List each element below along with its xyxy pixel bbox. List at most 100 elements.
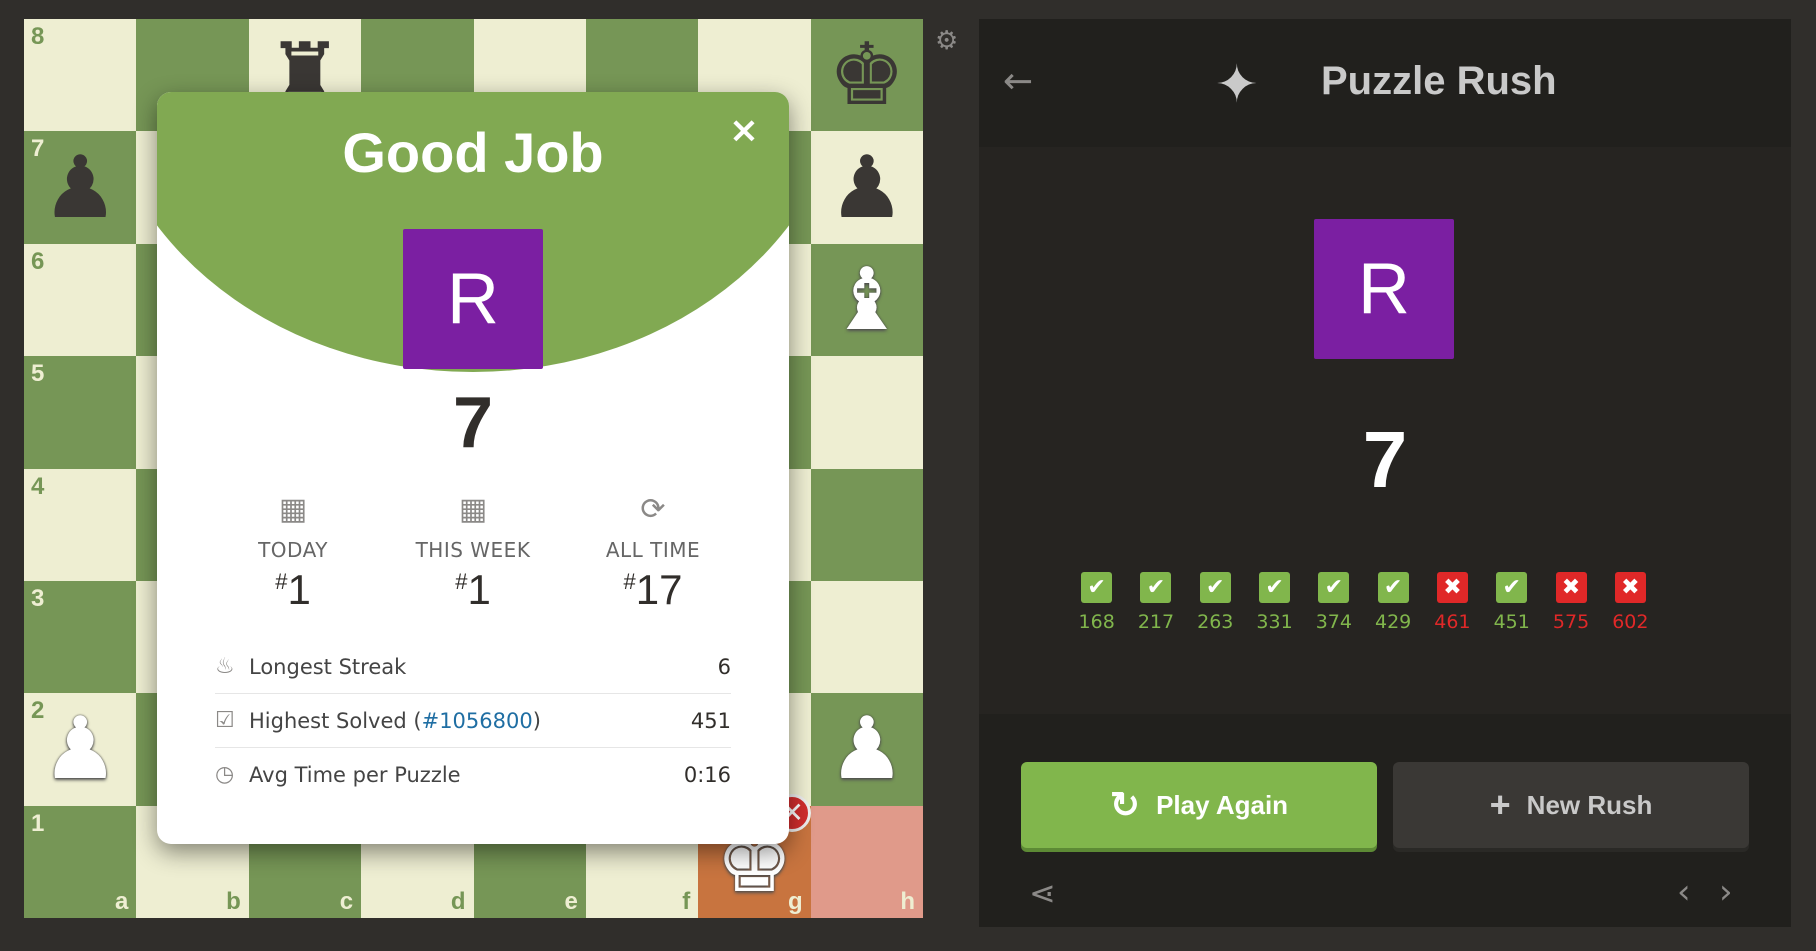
rank-value: #17 — [623, 566, 683, 613]
avatar[interactable]: R — [403, 229, 543, 369]
flame-icon: ♨ — [215, 654, 235, 679]
black-piece[interactable]: ♚ — [811, 19, 923, 131]
square-h3[interactable] — [810, 580, 923, 694]
black-piece[interactable]: ♟ — [811, 131, 923, 243]
result-item[interactable]: ✖ 461 — [1423, 572, 1482, 633]
close-icon[interactable]: × — [729, 110, 759, 151]
results-list: ✔ 168 ✔ 217 ✔ 263 ✔ 331 ✔ 374 ✔ 429 ✖ 461 ✔ 451 ✖ 575 ✖ 602 — [1067, 572, 1660, 633]
checkbox-icon: ☑ — [215, 708, 235, 733]
result-item[interactable]: ✔ 331 — [1245, 572, 1304, 633]
panel-score: 7 — [1362, 415, 1408, 504]
new-rush-button[interactable]: + New Rush — [1393, 762, 1749, 848]
share-icon[interactable]: ⋖ — [1029, 874, 1056, 912]
check-icon: ✔ — [1259, 572, 1291, 603]
stat-label: Avg Time per Puzzle — [249, 762, 461, 787]
stat-row-longest-streak: ♨ Longest Streak 6 — [215, 640, 731, 694]
result-item[interactable]: ✔ 429 — [1363, 572, 1422, 633]
rank-today: ▦ TODAY #1 — [203, 492, 383, 614]
white-piece[interactable]: ♟ — [24, 693, 136, 805]
refresh-icon: ↻ — [1109, 784, 1141, 825]
rank-value: #1 — [275, 566, 311, 613]
avatar[interactable]: R — [1314, 219, 1454, 359]
file-coordinate: e — [564, 888, 578, 915]
result-rating: 217 — [1137, 611, 1175, 633]
result-rating: 168 — [1078, 611, 1115, 633]
check-icon: ✔ — [1318, 572, 1350, 603]
result-item[interactable]: ✔ 451 — [1482, 572, 1541, 633]
panel-footer: ↻ Play Again + New Rush ⋖ ‹ › — [979, 714, 1791, 927]
puzzle-link[interactable]: #1056800 — [422, 709, 533, 733]
stat-value: 0:16 — [683, 762, 731, 787]
result-rating: 575 — [1552, 611, 1590, 633]
rank-coordinate: 8 — [31, 23, 45, 50]
check-icon: ✔ — [1199, 572, 1231, 603]
square-h6[interactable]: ♝ — [810, 243, 923, 357]
back-arrow-icon[interactable]: ← — [1003, 61, 1033, 102]
button-label: New Rush — [1526, 789, 1653, 820]
rank-all-time: ⟳ ALL TIME #17 — [563, 492, 743, 614]
file-coordinate: h — [900, 888, 915, 915]
square-a3[interactable]: 3 — [24, 580, 137, 694]
rank-coordinate: 6 — [31, 247, 45, 275]
square-a5[interactable]: 5 — [24, 356, 137, 469]
rank-coordinate: 3 — [31, 584, 45, 612]
result-rating: 429 — [1375, 611, 1412, 633]
white-piece[interactable]: ♟ — [811, 693, 923, 805]
white-piece[interactable]: ♝ — [811, 244, 923, 356]
check-icon: ✔ — [1140, 572, 1172, 603]
play-again-button[interactable]: ↻ Play Again — [1021, 762, 1377, 848]
calendar-icon: ▦ — [458, 492, 488, 527]
black-piece[interactable]: ♟ — [24, 131, 136, 243]
file-coordinate: f — [682, 888, 691, 915]
plus-icon: + — [1489, 784, 1511, 825]
square-a7[interactable]: 7 ♟ — [24, 131, 137, 244]
rank-coordinate: 5 — [31, 360, 45, 388]
result-rating: 461 — [1434, 611, 1471, 633]
stat-label: Highest Solved (#1056800) — [249, 708, 541, 733]
square-h5[interactable] — [810, 356, 923, 469]
clock-icon: ◷ — [215, 762, 235, 787]
square-a8[interactable]: 8 — [24, 19, 137, 132]
square-a2[interactable]: 2 ♟ — [24, 693, 137, 806]
square-h7[interactable]: ♟ — [810, 131, 923, 244]
file-coordinate: b — [226, 888, 241, 915]
cross-icon: ✖ — [1436, 572, 1468, 603]
stat-row-highest-solved: ☑ Highest Solved (#1056800) 451 — [215, 694, 731, 748]
stat-value: 6 — [717, 654, 731, 679]
square-a1[interactable]: 1a — [24, 805, 137, 918]
result-rating: 451 — [1493, 611, 1530, 633]
square-a4[interactable]: 4 — [24, 468, 137, 581]
square-h1[interactable]: h — [810, 805, 923, 918]
square-h2[interactable]: ♟ — [810, 693, 923, 806]
result-item[interactable]: ✔ 374 — [1304, 572, 1363, 633]
rank-coordinate: 1 — [31, 809, 45, 837]
cross-icon: ✖ — [1555, 572, 1587, 603]
stat-value: 451 — [690, 708, 731, 733]
file-coordinate: d — [450, 888, 466, 915]
stat-row-avg-time: ◷ Avg Time per Puzzle 0:16 — [215, 748, 731, 801]
modal-title: Good Job — [342, 121, 604, 184]
rank-coordinate: 4 — [31, 472, 45, 500]
check-icon: ✔ — [1377, 572, 1409, 603]
rank-label: ALL TIME — [605, 538, 701, 562]
result-item[interactable]: ✔ 168 — [1067, 572, 1126, 633]
file-coordinate: a — [115, 888, 129, 915]
chevron-right-icon[interactable]: › — [1719, 872, 1733, 912]
refresh-icon: ⟳ — [640, 492, 666, 527]
result-item[interactable]: ✔ 217 — [1126, 572, 1185, 633]
rank-label: THIS WEEK — [415, 538, 531, 562]
panel-title: Puzzle Rush — [1321, 59, 1557, 103]
square-a6[interactable]: 6 — [24, 243, 137, 357]
file-coordinate: c — [339, 888, 354, 915]
stat-list: ♨ Longest Streak 6 ☑ Highest Solved (#10… — [215, 640, 731, 801]
rank-value: #1 — [455, 566, 491, 613]
settings-gear-icon[interactable]: ⚙ — [935, 26, 958, 56]
result-rating: 602 — [1612, 611, 1649, 633]
square-h8[interactable]: ♚ — [810, 19, 923, 132]
result-item[interactable]: ✖ 602 — [1601, 572, 1660, 633]
result-item[interactable]: ✔ 263 — [1186, 572, 1245, 633]
chevron-left-icon[interactable]: ‹ — [1677, 872, 1691, 912]
result-item[interactable]: ✖ 575 — [1541, 572, 1600, 633]
square-h4[interactable] — [810, 468, 923, 581]
puzzle-piece-icon: ✦ — [1215, 55, 1259, 115]
